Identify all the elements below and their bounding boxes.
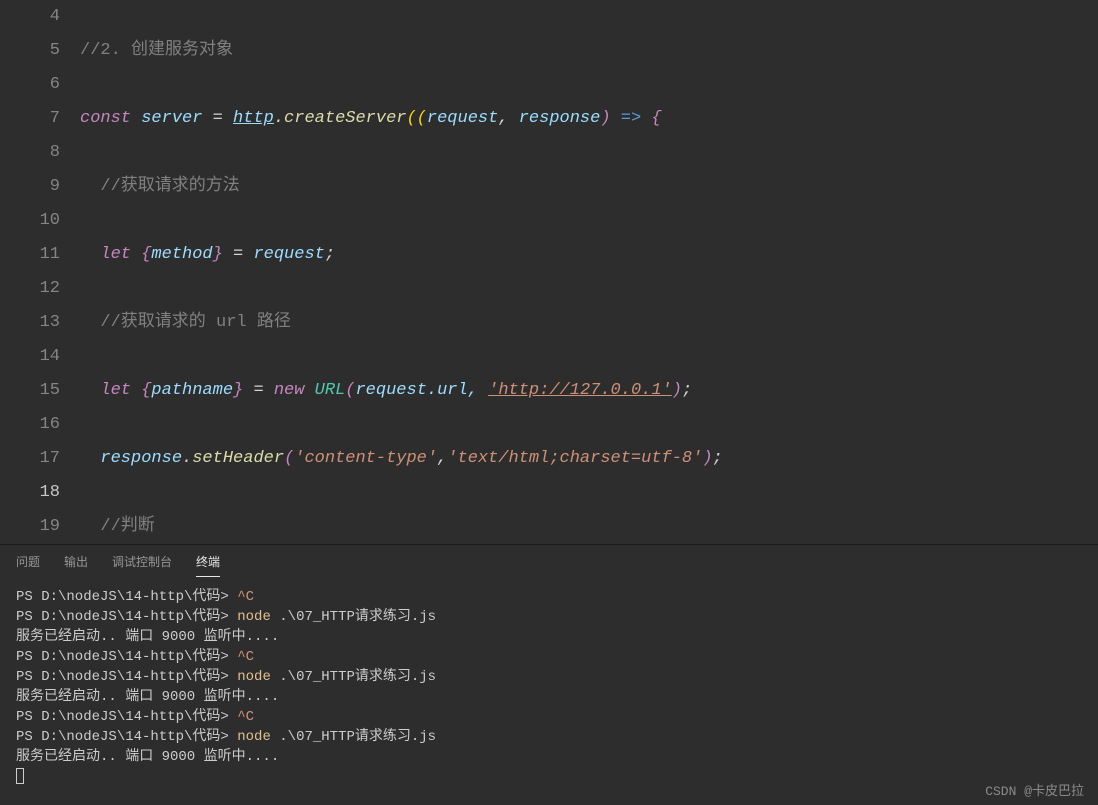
line-number: 11 — [0, 238, 60, 272]
line-number: 19 — [0, 510, 60, 544]
line-gutter: 4 5 6 7 8 9 10 11 12 13 14 15 16 17 18 1… — [0, 0, 80, 544]
line-number: 7 — [0, 102, 60, 136]
line-number: 14 — [0, 340, 60, 374]
line-number: 9 — [0, 170, 60, 204]
watermark: CSDN @卡皮巴拉 — [985, 780, 1084, 799]
line-number: 15 — [0, 374, 60, 408]
code-editor[interactable]: 4 5 6 7 8 9 10 11 12 13 14 15 16 17 18 1… — [0, 0, 1098, 544]
line-number: 8 — [0, 136, 60, 170]
line-number-current: 18 — [0, 476, 60, 510]
panel-tabs: 问题 输出 调试控制台 终端 — [0, 545, 1098, 577]
terminal-content[interactable]: PS D:\nodeJS\14-http\代码> ^C PS D:\nodeJS… — [0, 577, 1098, 797]
tab-output[interactable]: 输出 — [64, 553, 88, 577]
tab-problems[interactable]: 问题 — [16, 553, 40, 577]
line-number: 5 — [0, 34, 60, 68]
tab-debug-console[interactable]: 调试控制台 — [112, 553, 172, 577]
terminal-cursor — [16, 768, 24, 784]
line-number: 17 — [0, 442, 60, 476]
line-number: 6 — [0, 68, 60, 102]
line-number: 12 — [0, 272, 60, 306]
line-number: 10 — [0, 204, 60, 238]
line-number: 16 — [0, 408, 60, 442]
line-number: 13 — [0, 306, 60, 340]
code-area[interactable]: //2. 创建服务对象 const server = http.createSe… — [80, 0, 1098, 544]
line-number: 4 — [0, 0, 60, 34]
bottom-panel: 问题 输出 调试控制台 终端 PS D:\nodeJS\14-http\代码> … — [0, 544, 1098, 805]
comment: //2. 创建服务对象 — [80, 41, 233, 60]
tab-terminal[interactable]: 终端 — [196, 553, 220, 577]
